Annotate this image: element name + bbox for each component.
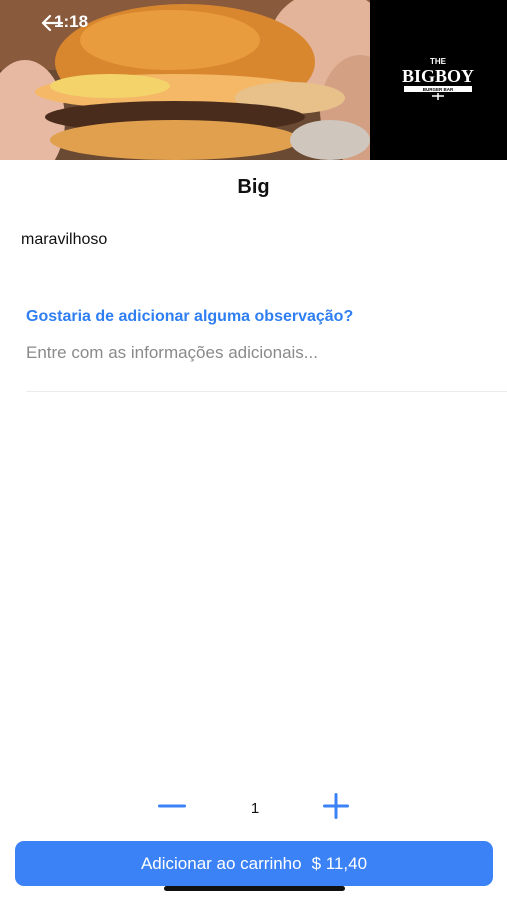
plus-icon [323, 793, 349, 819]
cart-price: $ 11,40 [311, 853, 368, 873]
minus-icon [158, 804, 186, 808]
status-time: 1:18 [54, 12, 89, 31]
quantity-decrease-button[interactable] [156, 790, 188, 822]
product-hero-image: 1:18 THE BIGBOY BURGER BAR [0, 0, 507, 160]
product-title: Big [237, 176, 270, 198]
add-to-cart-label: Adicionar ao carrinho [140, 853, 302, 873]
svg-text:BURGER BAR: BURGER BAR [423, 87, 454, 92]
svg-text:THE: THE [430, 57, 447, 66]
notes-label: Gostaria de adicionar alguma observação? [26, 308, 354, 325]
quantity-value: 1 [250, 800, 260, 817]
divider [26, 391, 507, 392]
product-description: maravilhoso [21, 231, 108, 248]
add-to-cart-button[interactable]: Adicionar ao carrinho $ 11,40 [15, 841, 493, 886]
home-indicator [164, 886, 345, 891]
brand-logo: THE BIGBOY BURGER BAR [402, 57, 474, 100]
quantity-increase-button[interactable] [320, 790, 352, 822]
notes-input[interactable] [26, 338, 486, 368]
svg-text:BIGBOY: BIGBOY [402, 66, 474, 86]
